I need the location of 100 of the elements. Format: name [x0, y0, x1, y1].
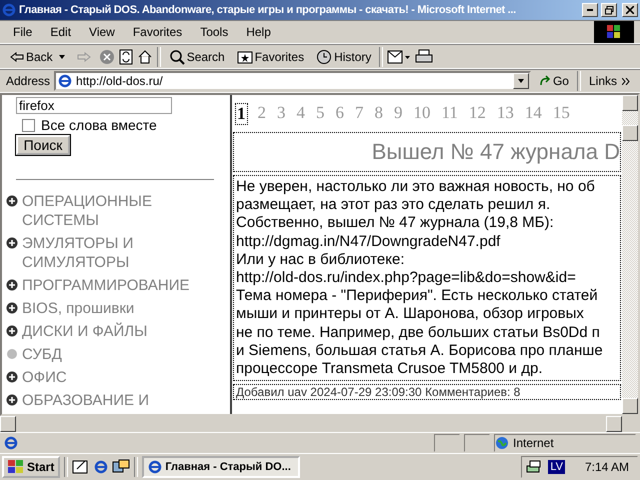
page-link[interactable]: 14 — [524, 103, 543, 125]
article-text-line: Собственно, вышел № 47 журнала (19,8 МБ): — [236, 214, 555, 233]
article-text-line: мыши и принтеры от А. Шаронова, обзор игровых — [236, 305, 585, 324]
left-arrow-icon — [10, 52, 24, 62]
category-link[interactable]: ДИСКИ И ФАЙЛЫ — [22, 322, 148, 341]
search-button[interactable]: Поиск — [16, 135, 70, 155]
menu-item[interactable]: Tools — [193, 25, 236, 39]
search-button[interactable]: Search — [164, 48, 229, 64]
menu-item[interactable]: Edit — [43, 25, 78, 39]
language-indicator[interactable]: LV — [548, 460, 565, 474]
category-link[interactable]: ОФИС — [22, 368, 67, 387]
browser-icon — [2, 3, 16, 17]
plus-icon[interactable] — [6, 195, 18, 207]
page-link[interactable]: 15 — [552, 103, 571, 125]
page-link[interactable]: 8 — [374, 103, 384, 125]
taskbar-window-button[interactable]: Главная - Старый DO... — [142, 456, 300, 478]
refresh-icon[interactable] — [118, 48, 133, 64]
plus-icon[interactable] — [6, 371, 18, 383]
plus-icon[interactable] — [6, 279, 18, 291]
plus-icon[interactable] — [6, 302, 18, 314]
checkbox-label: Все слова вместе — [41, 117, 157, 133]
globe-icon — [495, 436, 509, 450]
category-link[interactable]: СУБД — [22, 345, 62, 364]
page-icon — [58, 74, 72, 88]
menu-item[interactable]: View — [82, 25, 122, 39]
back-button[interactable]: Back — [6, 50, 69, 64]
page-link[interactable]: 3 — [276, 103, 286, 125]
plus-icon[interactable] — [6, 394, 18, 406]
status-panel — [434, 434, 460, 452]
article-text-line: и Siemens, большая статья А. Борисова про планше — [236, 342, 604, 360]
page-link[interactable]: 1 — [235, 103, 248, 125]
page-link[interactable]: 13 — [496, 103, 515, 125]
restore-icon — [604, 6, 614, 14]
favorites-button[interactable]: Favorites — [232, 50, 308, 64]
status-panel — [464, 434, 490, 452]
page-link[interactable]: 11 — [440, 103, 459, 125]
search-icon — [168, 48, 185, 64]
category-link[interactable]: ПРОГРАММИРОВАНИЕ — [22, 276, 190, 295]
page-link[interactable]: 12 — [468, 103, 487, 125]
page-link[interactable]: 7 — [354, 103, 364, 125]
page-icon — [4, 436, 18, 450]
home-icon[interactable] — [136, 48, 153, 64]
go-button[interactable]: Go — [534, 74, 573, 88]
checkbox[interactable] — [22, 118, 35, 132]
page-link[interactable]: 9 — [393, 103, 404, 125]
restore-button[interactable] — [601, 3, 617, 17]
article-text-line: не по теме. Например, две больших статьи Bs0Dd п — [236, 324, 601, 342]
desktop-icon[interactable] — [72, 459, 90, 475]
clock-icon — [316, 48, 332, 64]
menu-item[interactable]: Favorites — [126, 25, 190, 39]
minimize-icon — [587, 9, 593, 11]
menu-item[interactable]: File — [6, 25, 40, 39]
article-text-line: Тема номера - "Периферия". Есть несколько статей — [236, 287, 599, 306]
article-title: Вышел № 47 журнала D — [233, 132, 621, 172]
go-arrow-icon — [538, 75, 551, 87]
windows-flag-icon — [8, 460, 24, 474]
article-text-line: http://dgmag.in/N47/DowngradeN47.pdf — [236, 232, 502, 251]
article-text-line: размещает, на этот раз это сделать решил я. — [236, 196, 552, 214]
page-link[interactable]: 5 — [315, 103, 326, 125]
windows-logo — [594, 21, 634, 43]
article-text-line: Не уверен, настолько ли это важная новость, но об — [236, 178, 596, 196]
zone-label: Internet — [513, 436, 554, 450]
history-button[interactable]: History — [312, 48, 376, 64]
browser-icon — [94, 460, 108, 474]
printer-icon[interactable] — [415, 48, 434, 64]
page-link[interactable]: 4 — [296, 103, 306, 125]
caret-icon — [518, 79, 524, 83]
close-button[interactable] — [622, 3, 638, 17]
browser-icon — [148, 460, 162, 474]
clock: 7:14 AM — [584, 460, 629, 474]
search-field[interactable]: firefox — [16, 97, 172, 114]
network-icon[interactable] — [526, 460, 542, 474]
chevron-icon — [622, 78, 630, 84]
category-link[interactable]: BIOS, прошивки — [22, 299, 134, 318]
dropdown-button[interactable] — [512, 73, 529, 89]
minimize-button[interactable] — [582, 3, 598, 17]
address-field[interactable]: http://old-dos.ru/ — [54, 71, 531, 91]
mail-icon[interactable] — [387, 48, 412, 64]
page-link[interactable]: 2 — [256, 103, 267, 125]
menu-item[interactable]: Help — [239, 25, 278, 39]
links-button[interactable]: Links — [584, 74, 634, 88]
caret-icon — [58, 54, 65, 58]
channels-icon[interactable] — [112, 459, 130, 475]
plus-icon[interactable] — [6, 237, 18, 249]
start-button[interactable]: Start — [2, 456, 60, 478]
plus-icon[interactable] — [6, 325, 18, 337]
vertical-scrollbar[interactable] — [622, 95, 638, 414]
category-link[interactable]: ЭМУЛЯТОРЫ И СИМУЛЯТОРЫ — [22, 234, 230, 272]
page-link[interactable]: 6 — [334, 103, 345, 125]
article-footer: Добавил uav 2024-07-29 23:09:30 Комментариев: 8 — [233, 384, 621, 400]
star-folder-icon — [236, 50, 253, 64]
article-text-line: Или у нас в библиотеке: — [236, 250, 406, 270]
right-arrow-icon — [76, 52, 91, 62]
article-text-line: процессоре Transmeta Crusoe TM5800 и др. — [236, 360, 544, 378]
address-label: Address — [6, 74, 50, 88]
article-text-line: http://old-dos.ru/index.php?page=lib&do=show&id= — [236, 269, 577, 288]
category-link[interactable]: ОПЕРАЦИОННЫЕ СИСТЕМЫ — [22, 192, 230, 230]
close-icon — [626, 6, 634, 14]
page-link[interactable]: 10 — [412, 103, 432, 125]
category-link[interactable]: ОБРАЗОВАНИЕ И — [22, 391, 149, 410]
